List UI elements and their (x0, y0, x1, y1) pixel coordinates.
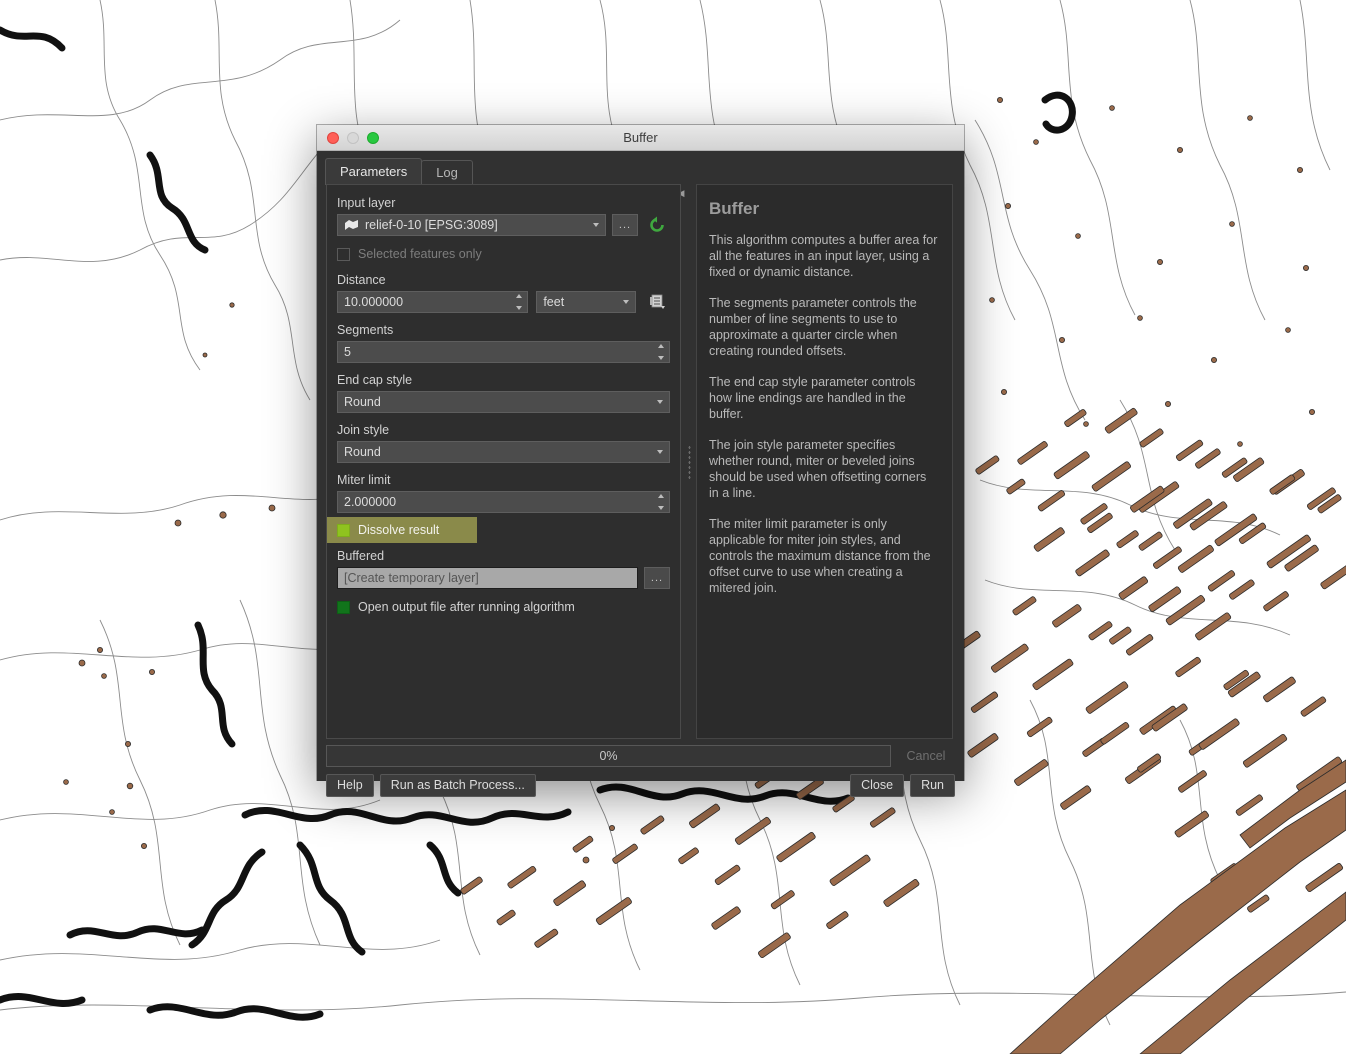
minimize-window-button[interactable] (347, 131, 359, 144)
miter-limit-label: Miter limit (337, 473, 391, 487)
run-button[interactable]: Run (910, 773, 955, 797)
miter-limit-input[interactable]: 2.000000 (337, 491, 670, 513)
miter-limit-stepper[interactable] (657, 494, 665, 510)
distance-stepper[interactable] (515, 294, 523, 310)
data-defined-override-icon (650, 294, 665, 309)
parameters-panel: Input layer relief-0-10 [EPSG:3089] ... (326, 184, 681, 739)
distance-data-defined-button[interactable] (644, 291, 670, 313)
window-title: Buffer (623, 130, 658, 145)
input-layer-value: relief-0-10 [EPSG:3089] (365, 218, 498, 232)
buffered-label: Buffered (337, 549, 385, 563)
help-paragraph: The end cap style parameter controls how… (709, 375, 916, 421)
input-layer-row: relief-0-10 [EPSG:3089] ... (337, 214, 670, 236)
end-cap-style-combo[interactable]: Round (337, 391, 670, 413)
progress-row: 0% Cancel (326, 744, 955, 768)
vector-layer-icon (345, 220, 358, 230)
dissolve-result-checkbox[interactable] (337, 523, 350, 537)
help-paragraph: The segments parameter controls the numb… (709, 296, 917, 358)
stepper-up-icon[interactable] (658, 494, 664, 498)
help-panel: Buffer This algorithm computes a buffer … (696, 184, 953, 739)
dialog-button-bar: Help Run as Batch Process... Close Run (326, 773, 955, 797)
end-cap-style-value: Round (344, 395, 381, 409)
join-style-value: Round (344, 445, 381, 459)
chevron-down-icon (657, 450, 663, 454)
buffered-output-input[interactable]: [Create temporary layer] (337, 567, 638, 589)
chevron-down-icon (593, 223, 599, 227)
distance-input[interactable]: 10.000000 (337, 291, 529, 313)
window-controls (327, 131, 379, 144)
iterate-over-features-button[interactable] (644, 214, 670, 236)
tab-log[interactable]: Log (421, 160, 473, 185)
splitter-grip-icon (687, 444, 691, 479)
help-paragraph: This algorithm computes a buffer area fo… (709, 233, 938, 279)
stepper-down-icon[interactable] (658, 506, 664, 510)
stepper-down-icon[interactable] (516, 306, 523, 310)
selected-features-only-checkbox[interactable] (337, 247, 350, 261)
open-output-label: Open output file after running algorithm (358, 600, 575, 614)
selected-features-only-row[interactable]: Selected features only (337, 245, 670, 263)
dialog-titlebar[interactable]: Buffer (317, 125, 964, 151)
distance-value: 10.000000 (344, 295, 404, 309)
progress-bar: 0% (326, 745, 891, 767)
dissolve-result-label: Dissolve result (358, 523, 440, 537)
distance-label: Distance (337, 273, 386, 287)
miter-limit-value: 2.000000 (344, 495, 397, 509)
distance-row: 10.000000 feet (337, 291, 670, 313)
dissolve-result-row[interactable]: Dissolve result (327, 517, 477, 543)
end-cap-style-label: End cap style (337, 373, 413, 387)
input-layer-label: Input layer (337, 196, 396, 210)
buffered-browse-button[interactable]: ... (644, 567, 670, 589)
stepper-up-icon[interactable] (516, 294, 523, 298)
dialog-body: Parameters Log ◀ Input layer relief-0-10… (317, 151, 964, 797)
distance-unit-combo[interactable]: feet (536, 291, 636, 313)
input-layer-combo[interactable]: relief-0-10 [EPSG:3089] (337, 214, 606, 236)
open-output-row[interactable]: Open output file after running algorithm (337, 598, 670, 616)
cancel-button: Cancel (906, 749, 946, 763)
segments-stepper[interactable] (657, 344, 665, 360)
chevron-down-icon (623, 300, 629, 304)
buffered-output-value: [Create temporary layer] (344, 571, 479, 585)
selected-features-only-label: Selected features only (358, 247, 482, 261)
segments-value: 5 (344, 345, 351, 359)
panel-splitter[interactable] (685, 184, 693, 739)
help-paragraph: The join style parameter specifies wheth… (709, 438, 927, 500)
help-button[interactable]: Help (326, 773, 374, 797)
stepper-down-icon[interactable] (658, 356, 664, 360)
buffered-row: [Create temporary layer] ... (337, 567, 670, 589)
run-as-batch-button[interactable]: Run as Batch Process... (379, 773, 536, 797)
chevron-down-icon (657, 400, 663, 404)
join-style-combo[interactable]: Round (337, 441, 670, 463)
zoom-window-button[interactable] (367, 131, 379, 144)
tabstrip: Parameters Log (325, 158, 473, 185)
open-output-checkbox[interactable] (337, 600, 350, 614)
help-paragraph: The miter limit parameter is only applic… (709, 517, 931, 595)
segments-label: Segments (337, 323, 394, 337)
segments-input[interactable]: 5 (337, 341, 670, 363)
tab-parameters[interactable]: Parameters (325, 158, 423, 185)
stepper-up-icon[interactable] (658, 344, 664, 348)
close-button[interactable]: Close (850, 773, 905, 797)
refresh-icon (650, 216, 664, 232)
input-layer-browse-button[interactable]: ... (612, 214, 638, 236)
close-window-button[interactable] (327, 131, 339, 144)
buffer-dialog[interactable]: Buffer Parameters Log ◀ Input layer reli… (317, 125, 964, 797)
help-title: Buffer (709, 199, 760, 218)
join-style-label: Join style (337, 423, 390, 437)
progress-percent: 0% (599, 749, 618, 763)
distance-unit-value: feet (543, 295, 565, 309)
